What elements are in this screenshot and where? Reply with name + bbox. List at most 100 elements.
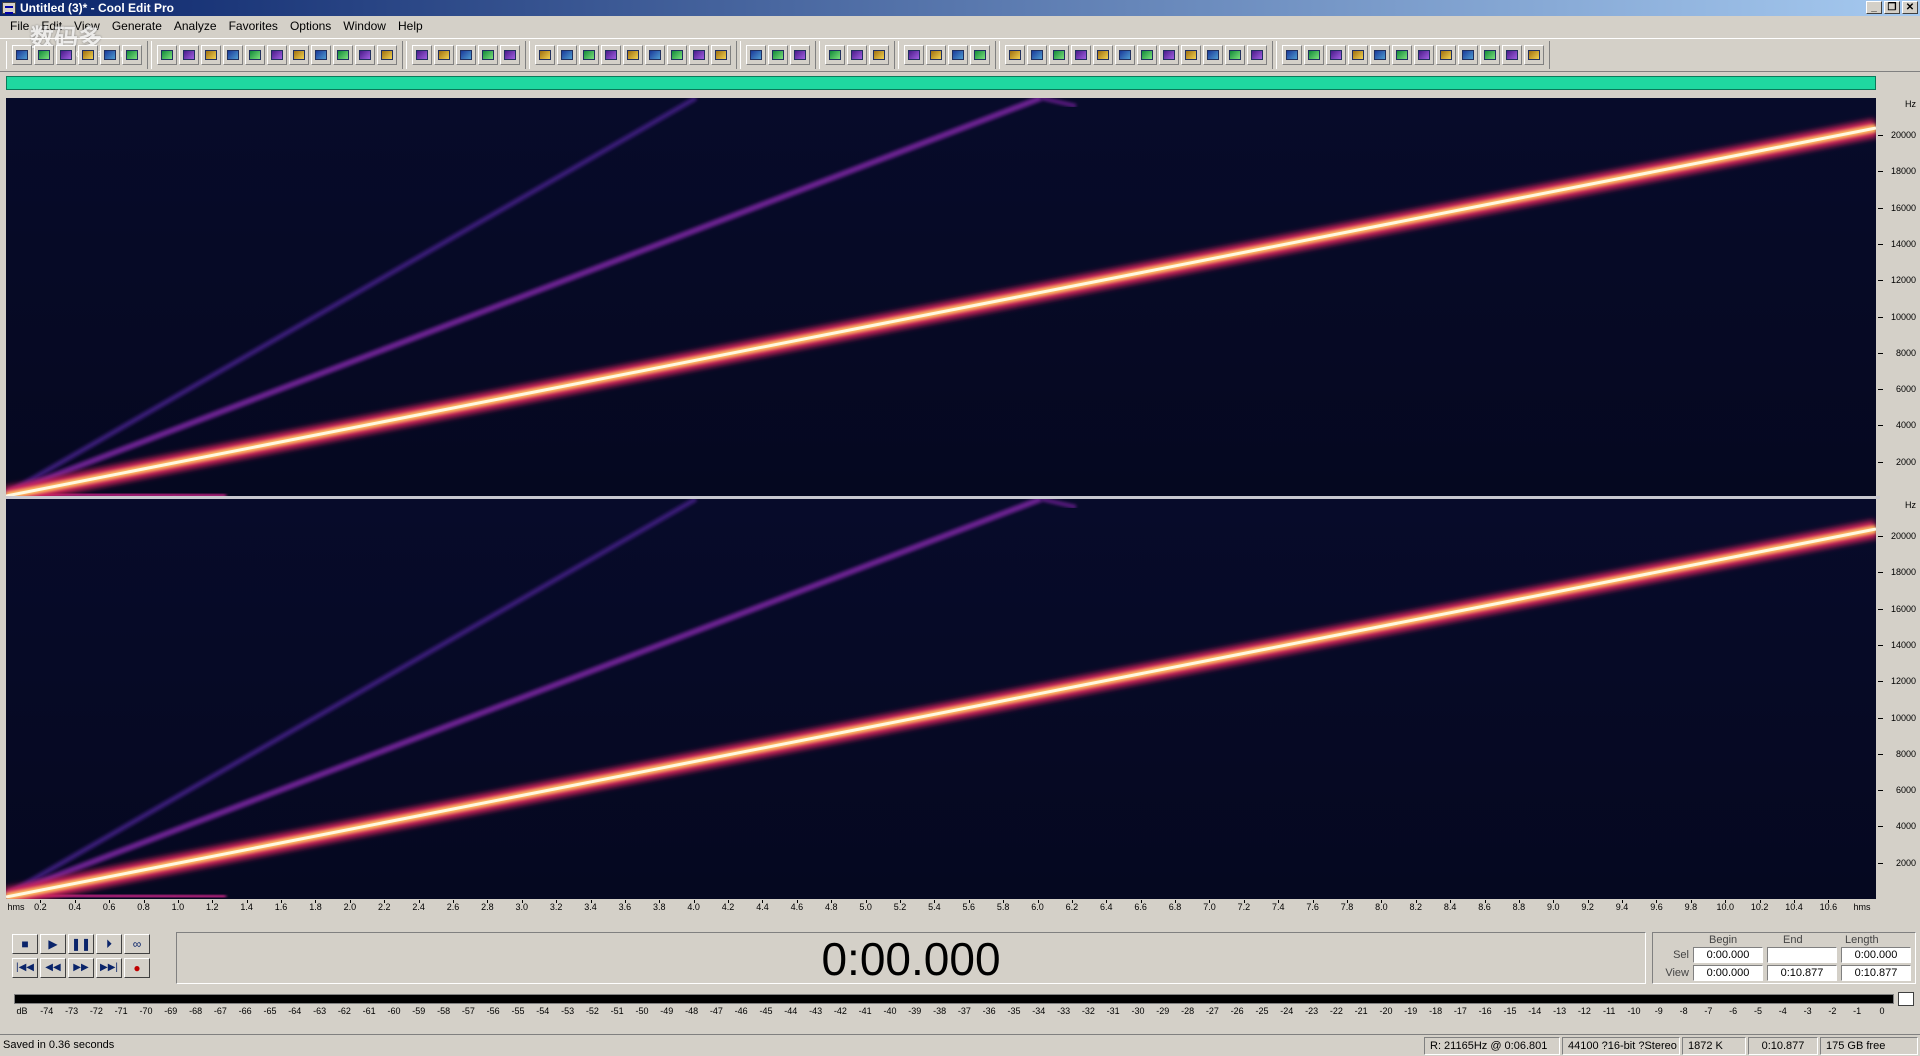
sel-begin-field[interactable]: 0:00.000 — [1693, 947, 1763, 963]
zoom-out-icon[interactable] — [869, 45, 889, 65]
right-channel-spectrogram[interactable] — [6, 499, 1876, 899]
spectral-view-icon[interactable] — [434, 45, 454, 65]
reverb-icon[interactable] — [1181, 45, 1201, 65]
time-ruler[interactable]: hms 0.2 0.4 0.6 0.8 1.0 1.2 1.4 1.6 1.8 2.0 2.2 2.4 2… — [6, 900, 1876, 916]
play-icon[interactable] — [601, 45, 621, 65]
play-button[interactable]: ▶ — [40, 934, 66, 954]
view-length-field[interactable]: 0:10.877 — [1841, 965, 1911, 981]
mix-paste-icon[interactable] — [333, 45, 353, 65]
help-icon[interactable] — [790, 45, 810, 65]
minimize-button[interactable]: _ — [1866, 1, 1882, 14]
waveform-view-icon[interactable] — [412, 45, 432, 65]
play-to-end-button[interactable]: ⏵ — [96, 934, 122, 954]
trim-icon[interactable] — [355, 45, 375, 65]
hiss-icon[interactable] — [1392, 45, 1412, 65]
copy-icon[interactable] — [223, 45, 243, 65]
context-help-icon[interactable] — [768, 45, 788, 65]
menu-analyze[interactable]: Analyze — [168, 17, 223, 35]
time-ruler-tick — [1312, 900, 1314, 903]
delay-icon[interactable] — [1137, 45, 1157, 65]
echo-icon[interactable] — [1159, 45, 1179, 65]
zoom-full-icon[interactable] — [825, 45, 845, 65]
cue-list-icon[interactable] — [535, 45, 555, 65]
menu-window[interactable]: Window — [337, 17, 392, 35]
record-button[interactable]: ● — [124, 958, 150, 978]
loop-button[interactable]: ∞ — [124, 934, 150, 954]
channel-mixer-icon[interactable] — [1027, 45, 1047, 65]
spectral-view[interactable]: Hz 20000 18000 16000 14000 12000 10000 8000 6000… — [6, 95, 1916, 905]
menu-help[interactable]: Help — [392, 17, 429, 35]
view-end-field[interactable]: 0:10.877 — [1767, 965, 1837, 981]
paste-new-icon[interactable] — [311, 45, 331, 65]
sel-end-field[interactable] — [1767, 947, 1837, 963]
grid-icon[interactable] — [478, 45, 498, 65]
zero-cross-icon[interactable] — [377, 45, 397, 65]
play-list-icon[interactable] — [557, 45, 577, 65]
go-to-end-button[interactable]: ▶▶| — [96, 958, 122, 978]
eq-icon[interactable] — [1282, 45, 1302, 65]
fast-forward-button[interactable]: ▶▶ — [68, 958, 94, 978]
menu-options[interactable]: Options — [284, 17, 337, 35]
normalize-icon[interactable] — [1071, 45, 1091, 65]
zoom-in-icon[interactable] — [847, 45, 867, 65]
bars-icon[interactable] — [667, 45, 687, 65]
overview-bar[interactable] — [6, 76, 1876, 90]
info-icon[interactable] — [579, 45, 599, 65]
wave-icon[interactable] — [122, 45, 142, 65]
cut-icon[interactable] — [267, 45, 287, 65]
invert-icon[interactable] — [904, 45, 924, 65]
clip-icon[interactable] — [1436, 45, 1456, 65]
undo-icon[interactable] — [157, 45, 177, 65]
sweep-icon[interactable] — [1247, 45, 1267, 65]
chorus-icon[interactable] — [1225, 45, 1245, 65]
close-button[interactable]: ✕ — [1902, 1, 1918, 14]
amplify-icon[interactable] — [1005, 45, 1025, 65]
pan-icon[interactable] — [1093, 45, 1113, 65]
envelope-icon[interactable] — [970, 45, 990, 65]
noise-gen-icon[interactable] — [1524, 45, 1544, 65]
paste-icon[interactable] — [289, 45, 309, 65]
redo-icon[interactable] — [179, 45, 199, 65]
wizard-icon[interactable] — [746, 45, 766, 65]
zoom-icon[interactable] — [623, 45, 643, 65]
go-to-start-button[interactable]: |◀◀ — [12, 958, 38, 978]
pause-button[interactable]: ❚❚ — [68, 934, 94, 954]
save-icon[interactable] — [56, 45, 76, 65]
click-icon[interactable] — [1370, 45, 1390, 65]
left-channel-spectrogram[interactable] — [6, 98, 1876, 498]
meter-icon[interactable] — [500, 45, 520, 65]
app-icon[interactable] — [2, 2, 16, 14]
notch-icon[interactable] — [1326, 45, 1346, 65]
stop-button[interactable]: ■ — [12, 934, 38, 954]
fft-filter-icon[interactable] — [1304, 45, 1324, 65]
reverse-icon[interactable] — [926, 45, 946, 65]
noise-icon[interactable] — [1348, 45, 1368, 65]
brainwave-icon[interactable] — [1458, 45, 1478, 65]
silence-icon[interactable] — [948, 45, 968, 65]
time-icon[interactable] — [645, 45, 665, 65]
toolbar-group-view — [406, 41, 526, 69]
tone-icon[interactable] — [1502, 45, 1522, 65]
sel-length-field[interactable]: 0:00.000 — [1841, 947, 1911, 963]
frames-icon[interactable] — [689, 45, 709, 65]
level-meter-label: -67 — [213, 1006, 227, 1016]
snap-icon[interactable] — [456, 45, 476, 65]
level-meter-peak[interactable] — [1898, 992, 1914, 1006]
multitrack-icon[interactable] — [100, 45, 120, 65]
settings-icon[interactable] — [711, 45, 731, 65]
copy-new-icon[interactable] — [245, 45, 265, 65]
rewind-button[interactable]: ◀◀ — [40, 958, 66, 978]
new-icon[interactable] — [12, 45, 32, 65]
menu-generate[interactable]: Generate — [106, 17, 168, 35]
open-icon[interactable] — [34, 45, 54, 65]
flanger-icon[interactable] — [1203, 45, 1223, 65]
dynamics-icon[interactable] — [1414, 45, 1434, 65]
stretch-icon[interactable] — [1115, 45, 1135, 65]
envelope-icon[interactable] — [1049, 45, 1069, 65]
menu-favorites[interactable]: Favorites — [223, 17, 284, 35]
pitch-icon[interactable] — [1480, 45, 1500, 65]
repeat-icon[interactable] — [201, 45, 221, 65]
view-begin-field[interactable]: 0:00.000 — [1693, 965, 1763, 981]
close-icon[interactable] — [78, 45, 98, 65]
restore-button[interactable]: ❐ — [1884, 1, 1900, 14]
